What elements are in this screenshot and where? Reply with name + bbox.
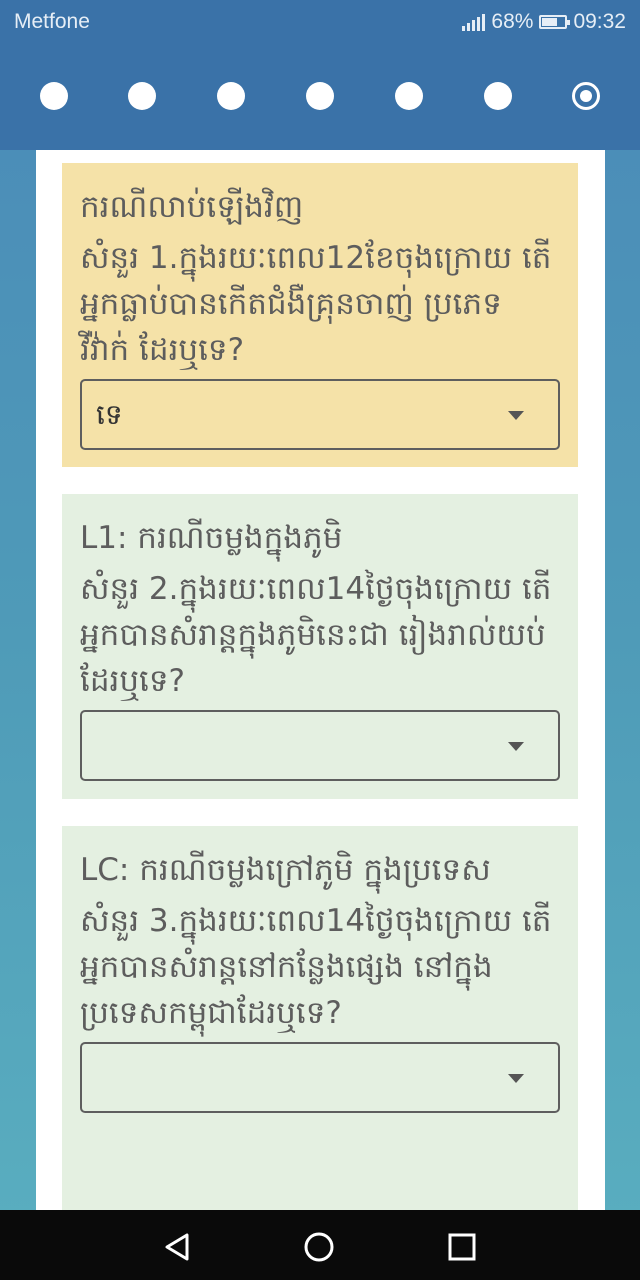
battery-icon	[539, 15, 571, 29]
system-navigation-bar	[0, 1210, 640, 1280]
chevron-down-icon	[508, 411, 524, 420]
question-text: សំនួរ 3.ក្នុងរយៈពេល14ថ្ងៃចុងក្រោយ តើអ្នក…	[80, 903, 552, 1031]
step-dot-3[interactable]	[217, 82, 245, 110]
recents-icon[interactable]	[445, 1230, 479, 1264]
question-card-1: ករណីលាប់ឡើងវិញ សំនួរ 1.ក្នុងរយៈពេល12ខែចុ…	[62, 163, 578, 467]
chevron-down-icon	[508, 1074, 524, 1083]
step-dot-2[interactable]	[128, 82, 156, 110]
section-title: L1: ករណីចម្លងក្នុងភូមិ	[80, 520, 343, 556]
question-card-3: LC: ករណីចម្លងក្រៅភូមិ ក្នុងប្រទេស សំនួរ …	[62, 826, 578, 1210]
battery-percent: 68%	[491, 10, 534, 33]
step-dot-6[interactable]	[484, 82, 512, 110]
back-icon[interactable]	[160, 1230, 194, 1264]
step-dot-5[interactable]	[395, 82, 423, 110]
section-title: ករណីលាប់ឡើងវិញ	[80, 189, 304, 225]
step-progress-header	[0, 44, 640, 150]
status-bar: Metfone 68% 09:32	[0, 0, 640, 44]
question-text: សំនួរ 2.ក្នុងរយៈពេល14ថ្ងៃចុងក្រោយ តើអ្នក…	[80, 571, 552, 699]
carrier-name: Metfone	[14, 10, 90, 33]
dropdown-value: ទេ	[96, 398, 123, 431]
chevron-down-icon	[508, 742, 524, 751]
step-dot-7-current[interactable]	[572, 82, 600, 110]
signal-icon	[462, 13, 486, 31]
question-text: សំនួរ 1.ក្នុងរយៈពេល12ខែចុងក្រោយ តើអ្នកធ្…	[80, 240, 552, 368]
answer-dropdown-3[interactable]	[80, 1042, 560, 1113]
answer-dropdown-2[interactable]	[80, 710, 560, 781]
home-icon[interactable]	[302, 1230, 336, 1264]
form-panel: ករណីលាប់ឡើងវិញ សំនួរ 1.ក្នុងរយៈពេល12ខែចុ…	[36, 150, 605, 1210]
answer-dropdown-1[interactable]: ទេ	[80, 379, 560, 450]
question-card-2: L1: ករណីចម្លងក្នុងភូមិ សំនួរ 2.ក្នុងរយៈព…	[62, 494, 578, 799]
step-dot-4[interactable]	[306, 82, 334, 110]
step-dot-1[interactable]	[40, 82, 68, 110]
clock: 09:32	[573, 10, 626, 33]
section-title: LC: ករណីចម្លងក្រៅភូមិ ក្នុងប្រទេស	[80, 852, 491, 888]
status-indicators: 68% 09:32	[462, 10, 626, 34]
